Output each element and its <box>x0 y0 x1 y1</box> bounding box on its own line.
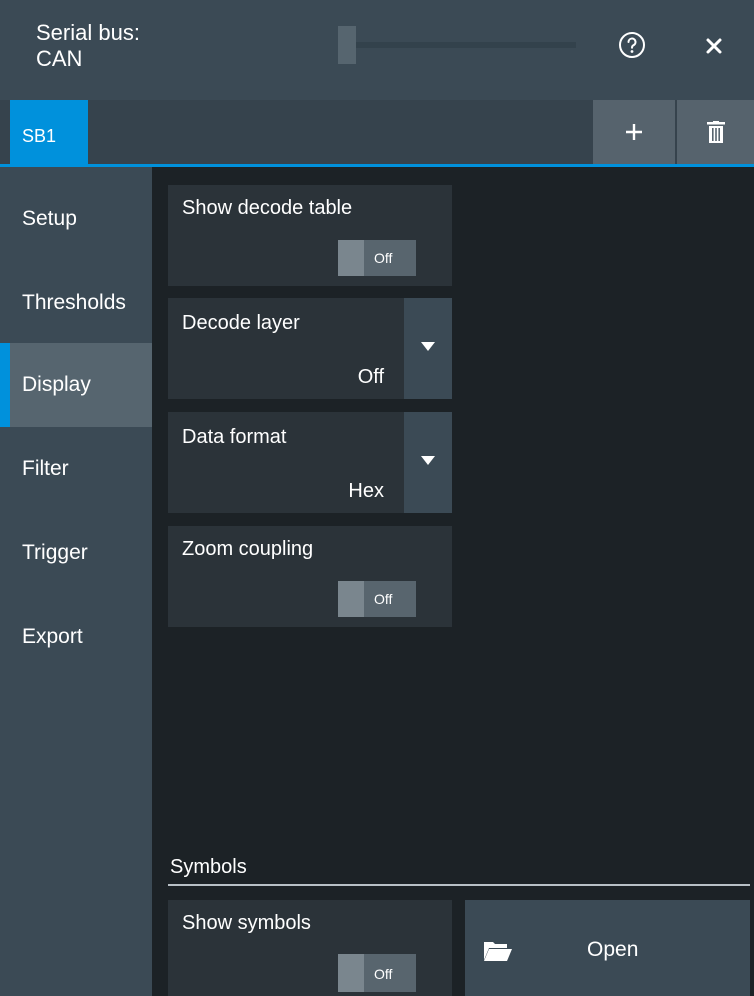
close-button[interactable] <box>702 34 726 58</box>
toggle-knob <box>338 581 364 617</box>
trash-icon <box>707 121 725 143</box>
zoom-coupling-toggle[interactable]: Off <box>338 581 416 617</box>
delete-bus-button[interactable] <box>677 100 754 164</box>
help-button[interactable] <box>618 31 646 59</box>
tab-sb1-label: SB1 <box>22 126 57 146</box>
show-decode-table-label: Show decode table <box>182 197 353 219</box>
show-symbols-toggle[interactable]: Off <box>338 954 416 992</box>
toggle-state: Off <box>374 966 393 982</box>
dialog-title-line-2: CAN <box>36 46 83 71</box>
close-icon <box>706 38 722 54</box>
show-symbols-panel: Show symbols Off <box>168 900 452 996</box>
sidebar-item-label: Thresholds <box>22 291 126 314</box>
zoom-coupling-label: Zoom coupling <box>182 538 314 560</box>
sidebar-item-thresholds[interactable]: Thresholds <box>0 261 152 345</box>
data-format-value: Hex <box>348 480 384 502</box>
sidebar-item-label: Filter <box>22 457 69 480</box>
symbols-divider <box>168 884 750 886</box>
show-decode-table-toggle[interactable]: Off <box>338 240 416 276</box>
dialog-title-line-1: Serial bus: <box>36 20 140 45</box>
dialog-title: Serial bus: CAN <box>36 20 140 72</box>
toggle-state: Off <box>374 250 393 266</box>
sidebar-item-label: Setup <box>22 207 77 230</box>
sidebar-item-filter[interactable]: Filter <box>0 427 152 511</box>
plus-icon <box>626 124 642 140</box>
toggle-state: Off <box>374 591 393 607</box>
data-format-dropdown-button[interactable] <box>404 412 452 513</box>
sidebar-item-label: Trigger <box>22 541 88 564</box>
open-symbols-button[interactable]: Open <box>465 900 750 996</box>
decode-layer-value: Off <box>357 366 384 388</box>
toggle-knob <box>338 954 364 992</box>
sidebar-item-trigger[interactable]: Trigger <box>0 511 152 595</box>
dialog-title-bar: Serial bus: CAN <box>0 0 754 100</box>
sidebar-item-label: Export <box>22 625 83 648</box>
decode-layer-dropdown-button[interactable] <box>404 298 452 399</box>
help-icon <box>619 32 645 58</box>
chevron-down-icon <box>421 342 435 351</box>
zoom-coupling-panel: Zoom coupling Off <box>168 526 452 627</box>
data-format-combobox[interactable]: Data format Hex <box>168 412 452 513</box>
show-symbols-label: Show symbols <box>182 912 311 934</box>
sidebar-item-label: Display <box>22 373 91 396</box>
sidebar-item-display[interactable]: Display <box>0 343 152 427</box>
chevron-down-icon <box>421 456 435 465</box>
transparency-slider-thumb[interactable] <box>338 26 356 64</box>
symbols-heading: Symbols <box>170 856 247 878</box>
sidebar-nav: Setup Thresholds Display Filter Trigger … <box>0 167 152 996</box>
show-decode-table-panel: Show decode table Off <box>168 185 452 286</box>
data-format-label: Data format <box>182 426 287 448</box>
sidebar-item-setup[interactable]: Setup <box>0 177 152 261</box>
sidebar-item-export[interactable]: Export <box>0 595 152 679</box>
decode-layer-label: Decode layer <box>182 312 300 334</box>
transparency-slider-track[interactable] <box>338 42 576 48</box>
decode-layer-combobox[interactable]: Decode layer Off <box>168 298 452 399</box>
folder-open-icon <box>484 942 512 961</box>
open-button-label: Open <box>587 938 639 961</box>
toggle-knob <box>338 240 364 276</box>
add-bus-button[interactable] <box>593 100 675 164</box>
